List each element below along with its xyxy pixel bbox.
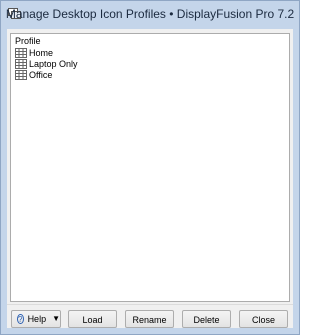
help-button[interactable]: ? Help ▼	[11, 310, 61, 328]
title-bar[interactable]: Manage Desktop Icon Profiles • DisplayFu…	[1, 1, 299, 29]
list-item[interactable]: Office	[15, 69, 52, 80]
help-button-label: Help	[27, 314, 47, 324]
dropdown-arrow-icon: ▼	[52, 314, 60, 323]
load-button-label: Load	[82, 315, 103, 325]
profile-list[interactable]: Profile Home Laptop Only Office	[10, 33, 290, 302]
profile-column-header[interactable]: Profile	[15, 36, 41, 46]
window-title: Manage Desktop Icon Profiles • DisplayFu…	[5, 7, 295, 21]
rename-button-label: Rename	[132, 315, 167, 325]
profile-grid-icon	[15, 58, 27, 69]
profile-grid-icon	[15, 69, 27, 80]
load-button[interactable]: Load	[68, 310, 117, 328]
footer-divider	[7, 304, 293, 305]
rename-button[interactable]: Rename	[125, 310, 174, 328]
list-item-label: Laptop Only	[29, 58, 78, 69]
close-button[interactable]: Close	[239, 310, 288, 328]
help-icon: ?	[17, 314, 24, 324]
delete-button[interactable]: Delete	[182, 310, 231, 328]
profile-grid-icon	[15, 47, 27, 58]
list-item-label: Office	[29, 69, 53, 80]
dialog-window: Manage Desktop Icon Profiles • DisplayFu…	[0, 0, 300, 335]
dialog-client: Profile Home Laptop Only Office ? Help ▼…	[7, 29, 293, 328]
close-button-label: Close	[251, 315, 275, 325]
list-item-label: Home	[29, 47, 54, 58]
list-item[interactable]: Laptop Only	[15, 58, 78, 69]
list-item[interactable]: Home	[15, 47, 53, 58]
delete-button-label: Delete	[193, 315, 220, 325]
